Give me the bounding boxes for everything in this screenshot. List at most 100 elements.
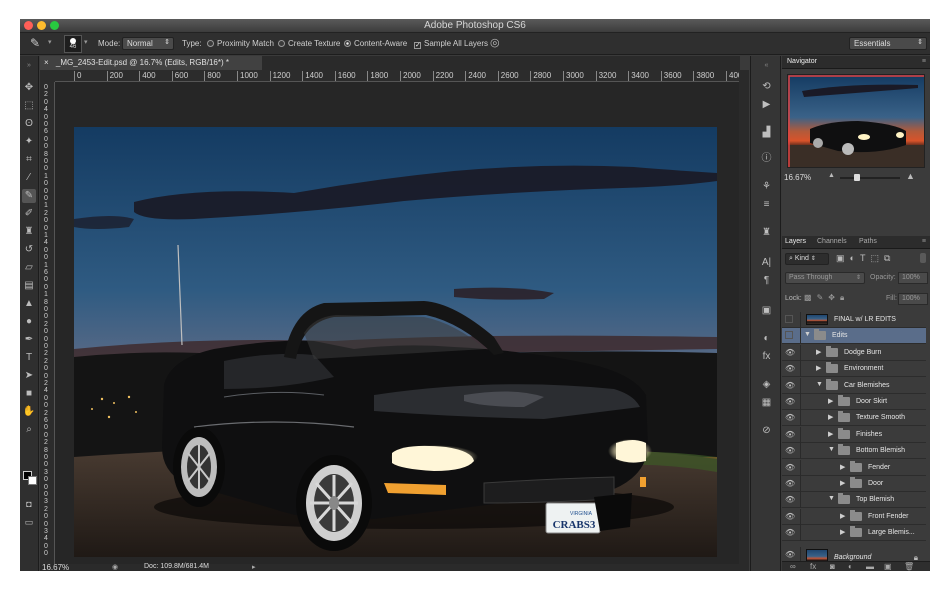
- visibility-eye-icon[interactable]: 👁︎: [785, 550, 796, 559]
- filter-smart-object-icon[interactable]: ⧉: [884, 253, 895, 263]
- history-panel-icon[interactable]: ⟲: [759, 80, 774, 93]
- layer-filter-kind-select[interactable]: ⌕ Kind ⇕: [785, 253, 829, 265]
- layer-group-row[interactable]: 👁︎ ▶ Fender: [782, 459, 926, 476]
- timeline-panel-icon[interactable]: ▦: [759, 396, 774, 409]
- marquee-tool-icon[interactable]: ⬚: [22, 99, 36, 113]
- tab-layers[interactable]: Layers: [785, 238, 806, 245]
- move-tool-icon[interactable]: ✥: [22, 81, 36, 95]
- collapse-triangle-icon[interactable]: ▼: [816, 381, 823, 388]
- collapse-triangle-icon[interactable]: ▼: [828, 446, 835, 453]
- 3d-panel-icon[interactable]: ◈: [759, 378, 774, 391]
- delete-layer-icon[interactable]: 🗑︎: [904, 562, 914, 571]
- brush-panel-icon[interactable]: ≡: [759, 198, 774, 211]
- filter-toggle-icon[interactable]: [920, 253, 926, 263]
- hand-tool-icon[interactable]: ✋: [22, 405, 36, 419]
- expand-triangle-icon[interactable]: ▶: [816, 348, 821, 356]
- new-group-icon[interactable]: ▬: [866, 562, 874, 571]
- layer-group-row[interactable]: ▼ Edits: [782, 328, 926, 345]
- collapse-toolbar-icon[interactable]: »: [22, 59, 36, 73]
- opacity-field[interactable]: 100%: [898, 272, 928, 284]
- document-image[interactable]: VIRGINIA CRABS3: [55, 82, 739, 564]
- eraser-tool-icon[interactable]: ▱: [22, 261, 36, 275]
- brush-tool-icon[interactable]: ✐: [22, 207, 36, 221]
- clone-source-panel-icon[interactable]: ♜: [759, 226, 774, 239]
- layer-group-row[interactable]: 👁︎ ▶ Door Skirt: [782, 394, 926, 410]
- pressure-size-icon[interactable]: ◎: [490, 36, 500, 49]
- gradient-tool-icon[interactable]: ▤: [22, 279, 36, 293]
- collapse-panels-icon[interactable]: «: [759, 59, 774, 72]
- tab-channels[interactable]: Channels: [817, 238, 847, 245]
- screen-mode-icon[interactable]: ▭: [22, 515, 36, 529]
- lasso-tool-icon[interactable]: ʘ: [22, 117, 36, 131]
- layer-group-row[interactable]: 👁︎ ▶ Large Blemis...: [782, 525, 926, 542]
- expand-triangle-icon[interactable]: ▶: [840, 479, 845, 487]
- filter-shape-icon[interactable]: ⬚: [870, 253, 884, 263]
- collapse-triangle-icon[interactable]: ▼: [828, 495, 835, 502]
- ruler-origin[interactable]: [40, 70, 55, 82]
- visibility-eye-icon[interactable]: 👁︎: [785, 430, 796, 439]
- expand-triangle-icon[interactable]: ▶: [828, 413, 833, 421]
- visibility-eye-icon[interactable]: 👁︎: [785, 446, 796, 455]
- navigator-thumbnail[interactable]: [787, 74, 925, 168]
- path-selection-tool-icon[interactable]: ➤: [22, 369, 36, 383]
- canvas-area[interactable]: VIRGINIA CRABS3: [55, 82, 739, 564]
- quick-selection-tool-icon[interactable]: ✦: [22, 135, 36, 149]
- clone-stamp-tool-icon[interactable]: ♜: [22, 225, 36, 239]
- blur-tool-icon[interactable]: ▲: [22, 297, 36, 311]
- status-info-icon[interactable]: ◉: [112, 563, 118, 571]
- lock-image-icon[interactable]: ✎: [817, 293, 829, 302]
- expand-triangle-icon[interactable]: ▶: [840, 512, 845, 520]
- tool-preset-chevron-icon[interactable]: ▾: [48, 38, 52, 46]
- expand-triangle-icon[interactable]: ▶: [840, 528, 845, 536]
- zoom-in-icon[interactable]: ▲: [906, 171, 915, 181]
- actions-panel-icon[interactable]: ▶: [759, 98, 774, 111]
- layer-style-icon[interactable]: fx: [810, 562, 816, 571]
- new-adjustment-icon[interactable]: ◐: [848, 562, 853, 571]
- visibility-eye-icon[interactable]: 👁︎: [785, 495, 796, 504]
- layer-group-row[interactable]: 👁︎ ▼ Car Blemishes: [782, 377, 926, 394]
- navigator-zoom-slider[interactable]: [840, 174, 900, 181]
- panel-menu-icon[interactable]: ≡: [922, 238, 926, 245]
- visibility-eye-icon[interactable]: 👁︎: [785, 463, 796, 472]
- layer-group-row[interactable]: 👁︎ ▶ Environment: [782, 361, 926, 378]
- type-create-texture-radio[interactable]: Create Texture: [278, 39, 340, 48]
- type-proximity-match-radio[interactable]: Proximity Match: [207, 39, 274, 48]
- link-layers-icon[interactable]: ∞: [790, 562, 796, 571]
- lock-transparent-icon[interactable]: ▩: [804, 293, 817, 302]
- expand-triangle-icon[interactable]: ▶: [828, 397, 833, 405]
- workspace-switcher[interactable]: Essentials ⇕: [849, 37, 927, 50]
- panel-menu-icon[interactable]: ≡: [922, 58, 926, 65]
- expand-triangle-icon[interactable]: ▶: [840, 463, 845, 471]
- layer-group-row[interactable]: 👁︎ ▼ Bottom Blemish: [782, 443, 926, 460]
- notes-panel-icon[interactable]: ⊘: [759, 424, 774, 437]
- character-panel-icon[interactable]: A|: [759, 256, 774, 269]
- paragraph-panel-icon[interactable]: ¶: [759, 274, 774, 287]
- expand-triangle-icon[interactable]: ▶: [816, 364, 821, 372]
- visibility-eye-icon[interactable]: [785, 315, 793, 323]
- visibility-eye-icon[interactable]: 👁︎: [785, 512, 796, 521]
- tab-navigator[interactable]: Navigator: [787, 58, 817, 65]
- layer-group-row[interactable]: 👁︎ ▼ Top Blemish: [782, 492, 926, 509]
- mode-select[interactable]: Normal ⇕: [122, 37, 174, 50]
- eyedropper-tool-icon[interactable]: ⁄: [22, 171, 36, 185]
- visibility-eye-icon[interactable]: 👁︎: [785, 413, 796, 422]
- close-tab-icon[interactable]: ×: [44, 58, 49, 67]
- filter-pixel-icon[interactable]: ▣: [836, 253, 850, 263]
- shape-tool-icon[interactable]: ■: [22, 387, 36, 401]
- horizontal-ruler[interactable]: 0 200 400 600 800 1000 1200 1400 1600 1800 2000 220…: [55, 70, 739, 82]
- brush-preset-picker[interactable]: 46: [64, 35, 82, 53]
- vertical-scrollbar[interactable]: [739, 70, 749, 564]
- type-content-aware-radio[interactable]: Content-Aware: [344, 39, 407, 48]
- visibility-eye-icon[interactable]: 👁︎: [785, 397, 796, 406]
- visibility-eye-icon[interactable]: 👁︎: [785, 364, 796, 373]
- visibility-eye-icon[interactable]: 👁︎: [785, 528, 796, 537]
- layer-row[interactable]: FINAL w/ LR EDITS: [782, 312, 926, 328]
- quick-mask-icon[interactable]: ◘: [22, 497, 36, 511]
- fill-field[interactable]: 100%: [898, 293, 928, 305]
- dodge-tool-icon[interactable]: ●: [22, 315, 36, 329]
- layer-comps-panel-icon[interactable]: ▣: [759, 304, 774, 317]
- layer-group-row[interactable]: 👁︎ ▶ Door: [782, 476, 926, 492]
- zoom-out-icon[interactable]: ▲: [828, 172, 835, 179]
- styles-panel-icon[interactable]: fx: [759, 350, 774, 363]
- lock-all-icon[interactable]: 🔒︎: [840, 293, 849, 302]
